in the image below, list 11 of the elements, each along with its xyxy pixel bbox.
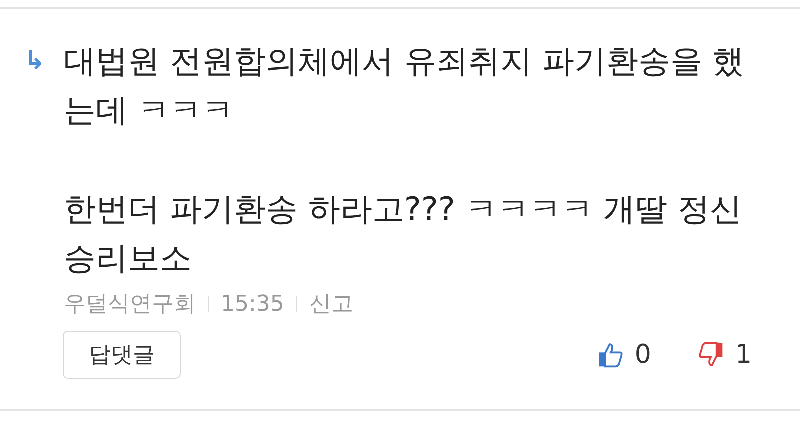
comment-text: 대법원 전원합의체에서 유죄취지 파기환송을 했는데 ㅋㅋㅋ <box>64 41 746 131</box>
report-link[interactable]: 신고 <box>309 289 354 319</box>
like-count: 0 <box>634 340 652 370</box>
dislike-count: 1 <box>735 340 752 370</box>
thumbs-up-icon[interactable] <box>596 341 625 369</box>
comment-time: 15:35 <box>221 292 284 316</box>
reply-button[interactable]: 답댓글 <box>63 331 181 379</box>
reply-arrow-icon: ↳ <box>0 41 64 81</box>
thumbs-down-icon[interactable] <box>697 341 726 369</box>
author-name[interactable]: 우덜식연구회 <box>64 289 196 319</box>
comment-text: 한번더 파기환송 하라고??? ㅋㅋㅋㅋ 개딸 정신승리보소 <box>64 189 743 279</box>
